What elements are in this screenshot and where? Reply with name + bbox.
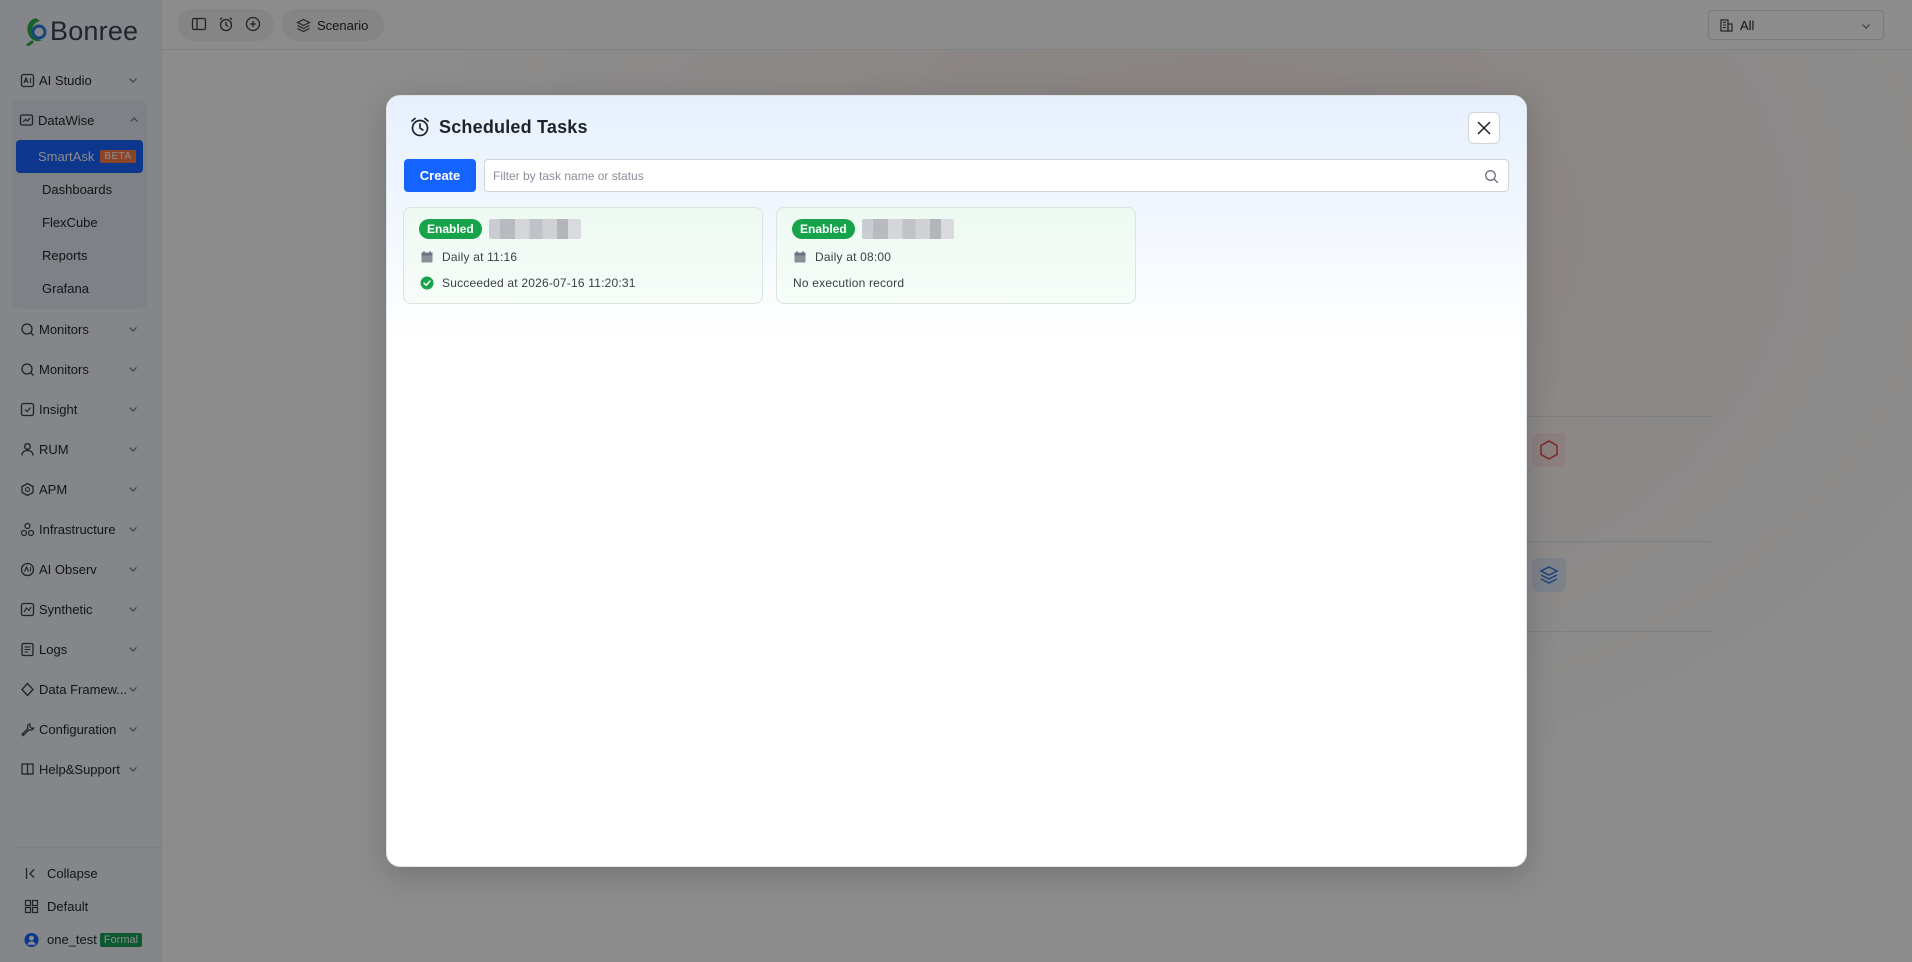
task-card-header: Enabled (419, 219, 581, 239)
calendar-icon (793, 250, 807, 264)
task-card[interactable]: Enabled Daily at 08:00 No execution reco… (776, 207, 1136, 304)
task-schedule: Daily at 11:16 (420, 250, 517, 264)
task-card[interactable]: Enabled Daily at 11:16 Succeeded at 2026… (403, 207, 763, 304)
dialog-header: Scheduled Tasks (409, 112, 588, 142)
success-check-icon (420, 276, 434, 290)
task-name-redacted (488, 219, 581, 239)
task-last-run-text: Succeeded at 2026-07-16 11:20:31 (442, 276, 636, 290)
task-last-run: Succeeded at 2026-07-16 11:20:31 (420, 276, 636, 290)
task-name-redacted (861, 219, 954, 239)
search-icon[interactable] (1484, 169, 1499, 184)
task-search-input[interactable] (485, 160, 1508, 191)
task-schedule-text: Daily at 11:16 (442, 250, 518, 264)
task-card-list: Enabled Daily at 11:16 Succeeded at 2026… (403, 207, 1149, 304)
task-search (484, 159, 1509, 192)
close-icon (1477, 121, 1491, 135)
task-status-badge: Enabled (419, 219, 482, 239)
close-button[interactable] (1468, 112, 1500, 144)
create-task-button[interactable]: Create (404, 159, 476, 192)
task-schedule-text: Daily at 08:00 (815, 250, 892, 264)
task-last-run: No execution record (793, 276, 904, 290)
task-card-header: Enabled (792, 219, 954, 239)
dialog-title: Scheduled Tasks (439, 116, 588, 137)
alarm-clock-icon (411, 117, 429, 137)
task-status-badge: Enabled (792, 219, 855, 239)
dialog-toolbar: Create (404, 159, 1509, 192)
task-schedule: Daily at 08:00 (793, 250, 891, 264)
scheduled-tasks-dialog: Scheduled Tasks Create Enabled Daily at … (386, 95, 1527, 867)
task-last-run-text: No execution record (793, 276, 905, 290)
calendar-icon (420, 250, 434, 264)
